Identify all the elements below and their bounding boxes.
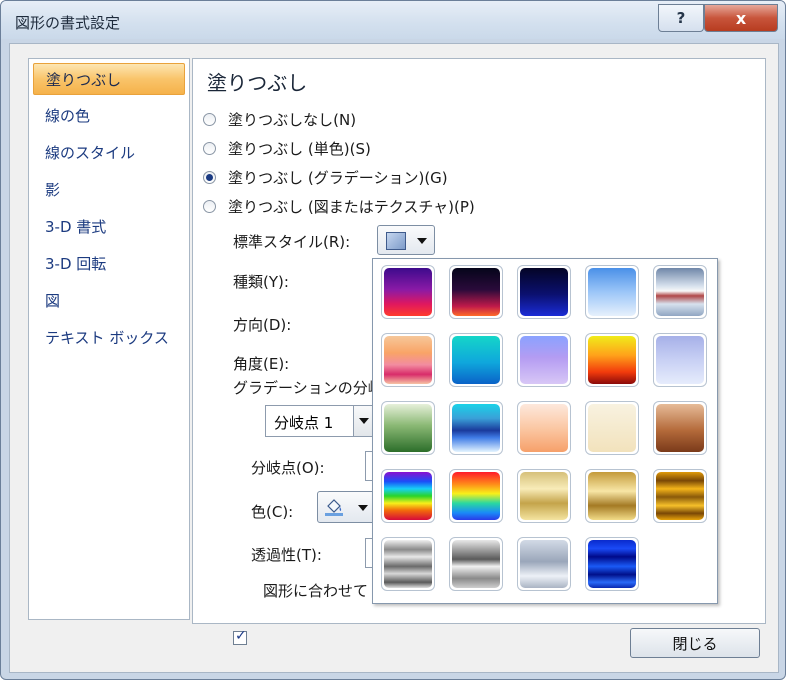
rotate-with-shape-checkbox[interactable] bbox=[233, 628, 247, 645]
close-window-button[interactable]: x bbox=[704, 4, 778, 32]
preset-gradient-button[interactable] bbox=[377, 225, 435, 255]
angle-label: 角度(E): bbox=[233, 355, 290, 373]
radio-picture-fill[interactable]: 塗りつぶし (図またはテクスチャ)(P) bbox=[203, 196, 475, 217]
gradient-preset-swatch[interactable] bbox=[517, 537, 571, 591]
sidebar-item-label: 図 bbox=[45, 292, 61, 310]
gradient-preset-swatch[interactable] bbox=[653, 333, 707, 387]
radio-solid-fill[interactable]: 塗りつぶし (単色)(S) bbox=[203, 138, 371, 159]
panel-heading: 塗りつぶし bbox=[207, 71, 308, 95]
sidebar-item-fill[interactable]: 塗りつぶし bbox=[33, 63, 185, 95]
direction-label: 方向(D): bbox=[233, 316, 292, 334]
radio-label: 塗りつぶし (単色)(S) bbox=[228, 140, 371, 158]
preset-gradient-label: 標準スタイル(R): bbox=[233, 233, 351, 251]
sidebar-item-shadow[interactable]: 影 bbox=[33, 174, 185, 206]
sidebar-item-line-style[interactable]: 線のスタイル bbox=[33, 137, 185, 169]
radio-circle-checked[interactable] bbox=[203, 171, 216, 184]
radio-label: 塗りつぶし (グラデーション)(G) bbox=[228, 169, 448, 187]
gradient-preset-swatch[interactable] bbox=[449, 265, 503, 319]
paint-bucket-icon bbox=[325, 499, 343, 516]
gradient-preset-swatch[interactable] bbox=[517, 469, 571, 523]
gradient-preset-swatch[interactable] bbox=[517, 333, 571, 387]
title-bar: 図形の書式設定 ? x bbox=[1, 1, 785, 39]
format-shape-dialog: 図形の書式設定 ? x 塗りつぶし 線の色 線のスタイル 影 3-D 書式 3-… bbox=[0, 0, 786, 680]
sidebar-item-label: 影 bbox=[45, 181, 61, 199]
gradient-preset-swatch[interactable] bbox=[517, 401, 571, 455]
radio-label: 塗りつぶしなし(N) bbox=[228, 111, 357, 129]
gradient-stop-select[interactable]: 分岐点 1 bbox=[265, 405, 375, 437]
gradient-preset-swatch[interactable] bbox=[381, 537, 435, 591]
gradient-preset-swatch[interactable] bbox=[449, 537, 503, 591]
gradient-preset-swatch[interactable] bbox=[585, 333, 639, 387]
color-picker-button[interactable] bbox=[317, 491, 375, 523]
sidebar-item-label: 線の色 bbox=[45, 107, 91, 125]
dropdown-arrow-icon bbox=[359, 418, 369, 424]
close-button[interactable]: 閉じる bbox=[630, 628, 760, 658]
gradient-preset-swatch[interactable] bbox=[381, 265, 435, 319]
gradient-preset-swatch[interactable] bbox=[381, 401, 435, 455]
gradient-preset-swatch[interactable] bbox=[517, 265, 571, 319]
radio-circle[interactable] bbox=[203, 200, 216, 213]
stop-select-dropdown[interactable] bbox=[353, 406, 374, 436]
radio-label: 塗りつぶし (図またはテクスチャ)(P) bbox=[228, 198, 475, 216]
transparency-label: 透過性(T): bbox=[251, 546, 322, 564]
stop-select-value: 分岐点 1 bbox=[274, 414, 334, 432]
gradient-preset-swatch[interactable] bbox=[585, 401, 639, 455]
sidebar-item-3d-format[interactable]: 3-D 書式 bbox=[33, 211, 185, 243]
gradient-preset-swatch[interactable] bbox=[653, 469, 707, 523]
dialog-title: 図形の書式設定 bbox=[15, 14, 121, 32]
help-button[interactable]: ? bbox=[658, 4, 704, 32]
sidebar-item-label: 線のスタイル bbox=[45, 144, 136, 162]
radio-circle[interactable] bbox=[203, 113, 216, 126]
category-list: 塗りつぶし 線の色 線のスタイル 影 3-D 書式 3-D 回転 図 テキスト … bbox=[28, 58, 190, 620]
sidebar-item-label: 3-D 回転 bbox=[45, 255, 107, 273]
sidebar-item-picture[interactable]: 図 bbox=[33, 285, 185, 317]
sidebar-item-line-color[interactable]: 線の色 bbox=[33, 100, 185, 132]
color-label: 色(C): bbox=[251, 503, 294, 521]
gradient-preset-swatch[interactable] bbox=[585, 469, 639, 523]
gradient-preset-swatch[interactable] bbox=[653, 401, 707, 455]
sidebar-item-label: 3-D 書式 bbox=[45, 218, 107, 236]
gradient-preset-swatch[interactable] bbox=[381, 469, 435, 523]
gradient-preset-swatch[interactable] bbox=[381, 333, 435, 387]
help-icon: ? bbox=[676, 9, 686, 27]
sidebar-item-text-box[interactable]: テキスト ボックス bbox=[33, 322, 185, 354]
sidebar-item-3d-rotation[interactable]: 3-D 回転 bbox=[33, 248, 185, 280]
stop-position-label: 分岐点(O): bbox=[251, 459, 325, 477]
gradient-preset-swatch[interactable] bbox=[653, 265, 707, 319]
gradient-preset-swatch[interactable] bbox=[449, 401, 503, 455]
preset-gradient-gallery bbox=[372, 258, 718, 604]
dropdown-arrow-icon bbox=[358, 505, 368, 511]
gradient-swatch-icon bbox=[386, 232, 406, 250]
gradient-preset-swatch[interactable] bbox=[585, 265, 639, 319]
close-icon: x bbox=[735, 8, 747, 28]
gradient-preset-swatch[interactable] bbox=[585, 537, 639, 591]
radio-gradient-fill[interactable]: 塗りつぶし (グラデーション)(G) bbox=[203, 167, 448, 188]
radio-no-fill[interactable]: 塗りつぶしなし(N) bbox=[203, 109, 356, 130]
gradient-preset-swatch[interactable] bbox=[449, 469, 503, 523]
sidebar-item-label: テキスト ボックス bbox=[45, 329, 169, 347]
dropdown-arrow-icon bbox=[417, 238, 427, 244]
gradient-preset-swatch[interactable] bbox=[449, 333, 503, 387]
sidebar-item-label: 塗りつぶし bbox=[46, 71, 122, 89]
gradient-stops-label: グラデーションの分岐 bbox=[233, 379, 383, 397]
rotate-with-shape-label: 図形に合わせて bbox=[263, 582, 369, 600]
radio-circle[interactable] bbox=[203, 142, 216, 155]
type-label: 種類(Y): bbox=[233, 273, 289, 291]
